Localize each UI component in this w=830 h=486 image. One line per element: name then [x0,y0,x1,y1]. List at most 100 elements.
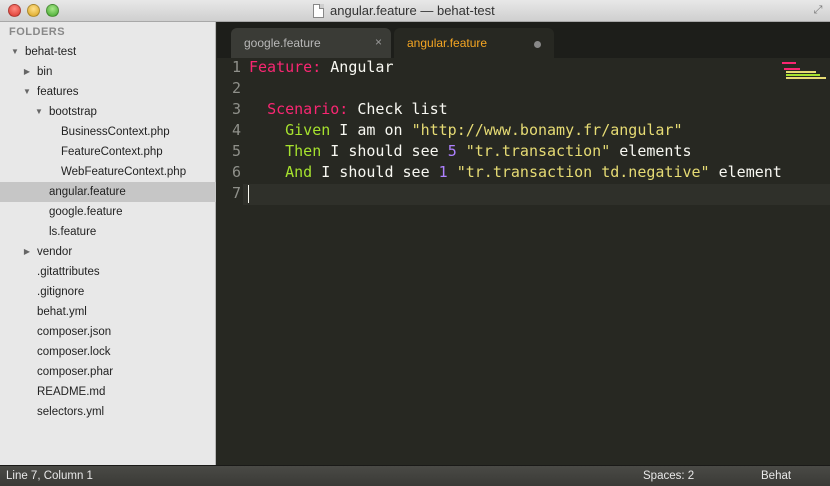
unsaved-dot-icon[interactable] [534,41,541,48]
code-token-text: I am on [330,121,412,139]
code-line[interactable]: Given I am on "http://www.bonamy.fr/angu… [249,120,683,141]
minimap-line [786,77,826,79]
tree-folder[interactable]: ▶ bin [0,62,216,82]
text-cursor [248,185,249,203]
tree-item-label: composer.json [37,326,112,338]
line-number-gutter: 1 2 3 4 5 6 7 [217,58,243,465]
tree-folder[interactable]: ▶ vendor [0,242,216,262]
tab-label: google.feature [244,36,321,50]
code-token-text: element [709,163,782,181]
code-editor[interactable]: 1 2 3 4 5 6 7 Feature: Angular Scenario: Check… [217,58,830,465]
code-token-str: "tr.transaction td.negative" [456,163,710,181]
tree-file[interactable]: composer.json [0,322,216,342]
disclosure-collapsed-icon[interactable]: ▶ [22,62,32,82]
tab-label: angular.feature [407,36,488,50]
tree-file[interactable]: ls.feature [0,222,216,242]
code-token-num: 1 [438,163,448,181]
minimize-window-button[interactable] [27,4,40,17]
code-line[interactable]: And I should see 1 "tr.transaction td.ne… [249,162,782,183]
code-token-kw-step: And [285,163,313,181]
tree-item-label: angular.feature [49,186,126,198]
syntax-selector[interactable]: Behat [761,466,791,486]
line-number: 6 [231,163,241,181]
tree-item-label: vendor [37,246,73,258]
line-number: 2 [231,79,241,97]
tree-item-label: .gitattributes [37,266,100,278]
cursor-position: Line 7, Column 1 [6,470,93,482]
code-token-num: 5 [447,142,457,160]
code-line[interactable]: Scenario: Check list [249,99,448,120]
tree-file[interactable]: angular.feature [0,182,216,202]
status-bar: Line 7, Column 1 Spaces: 2 Behat [0,465,830,486]
line-number: 5 [231,142,241,160]
tab-bar: google.feature × angular.feature [217,22,830,58]
current-line-highlight [243,184,830,205]
disclosure-expanded-icon[interactable]: ▼ [22,82,32,102]
tree-file[interactable]: BusinessContext.php [0,122,216,142]
tree-file[interactable]: WebFeatureContext.php [0,162,216,182]
code-token-text: elements [610,142,692,160]
tree-folder[interactable]: ▼ bootstrap [0,102,216,122]
indentation-setting[interactable]: Spaces: 2 [643,466,694,486]
tree-file[interactable]: composer.lock [0,342,216,362]
minimap-line [786,71,816,73]
tab-google-feature[interactable]: google.feature × [231,28,391,58]
tree-folder[interactable]: ▼ behat-test [0,42,216,62]
tree-file[interactable]: FeatureContext.php [0,142,216,162]
tree-file[interactable]: selectors.yml [0,402,216,422]
line-number: 3 [231,100,241,118]
code-token-kw-step: Then [285,142,322,160]
tree-file[interactable]: behat.yml [0,302,216,322]
tree-item-label: composer.phar [37,366,114,378]
tree-item-label: README.md [37,386,106,398]
code-token-kw-feature: Feature: [249,58,322,76]
tree-item-label: WebFeatureContext.php [61,166,187,178]
tree-item-label: BusinessContext.php [61,126,170,138]
line-number: 7 [231,184,241,202]
title-bar: angular.feature — behat-test ⤢ [0,0,830,22]
minimap-line [782,62,796,64]
tree-item-label: google.feature [49,206,123,218]
tree-file[interactable]: .gitattributes [0,262,216,282]
fullscreen-icon[interactable]: ⤢ [812,4,824,16]
window-title: angular.feature — behat-test [330,3,495,18]
code-token-str: "http://www.bonamy.fr/angular" [411,121,683,139]
tree-file[interactable]: README.md [0,382,216,402]
minimap[interactable] [780,60,826,96]
tree-item-label: behat.yml [37,306,87,318]
tree-item-label: FeatureContext.php [61,146,163,158]
code-line[interactable]: Feature: Angular [249,57,394,78]
code-line[interactable]: Then I should see 5 "tr.transaction" ele… [249,141,692,162]
close-icon[interactable]: × [375,35,382,49]
minimap-line [786,74,820,76]
minimap-line [784,68,800,70]
zoom-window-button[interactable] [46,4,59,17]
close-window-button[interactable] [8,4,21,17]
disclosure-expanded-icon[interactable]: ▼ [10,42,20,62]
tree-file[interactable]: composer.phar [0,362,216,382]
line-number: 4 [231,121,241,139]
code-token-text: I should see [321,142,448,160]
code-token-kw-step: Given [285,121,331,139]
code-token-kw-scenario: Scenario: [267,100,349,118]
sidebar: FOLDERS ▼ behat-test ▶ bin ▼ features ▼ bootstr… [0,22,216,465]
disclosure-collapsed-icon[interactable]: ▶ [22,242,32,262]
tab-angular-feature[interactable]: angular.feature [394,28,554,58]
document-icon [313,4,324,18]
folders-header: FOLDERS [9,26,66,38]
tree-item-label: ls.feature [49,226,97,238]
disclosure-expanded-icon[interactable]: ▼ [34,102,44,122]
tree-item-label: selectors.yml [37,406,105,418]
code-token-text: Check list [348,100,448,118]
line-number: 1 [231,58,241,76]
tree-file[interactable]: .gitignore [0,282,216,302]
tree-file[interactable]: google.feature [0,202,216,222]
tree-item-label: composer.lock [37,346,111,358]
tree-folder[interactable]: ▼ features [0,82,216,102]
